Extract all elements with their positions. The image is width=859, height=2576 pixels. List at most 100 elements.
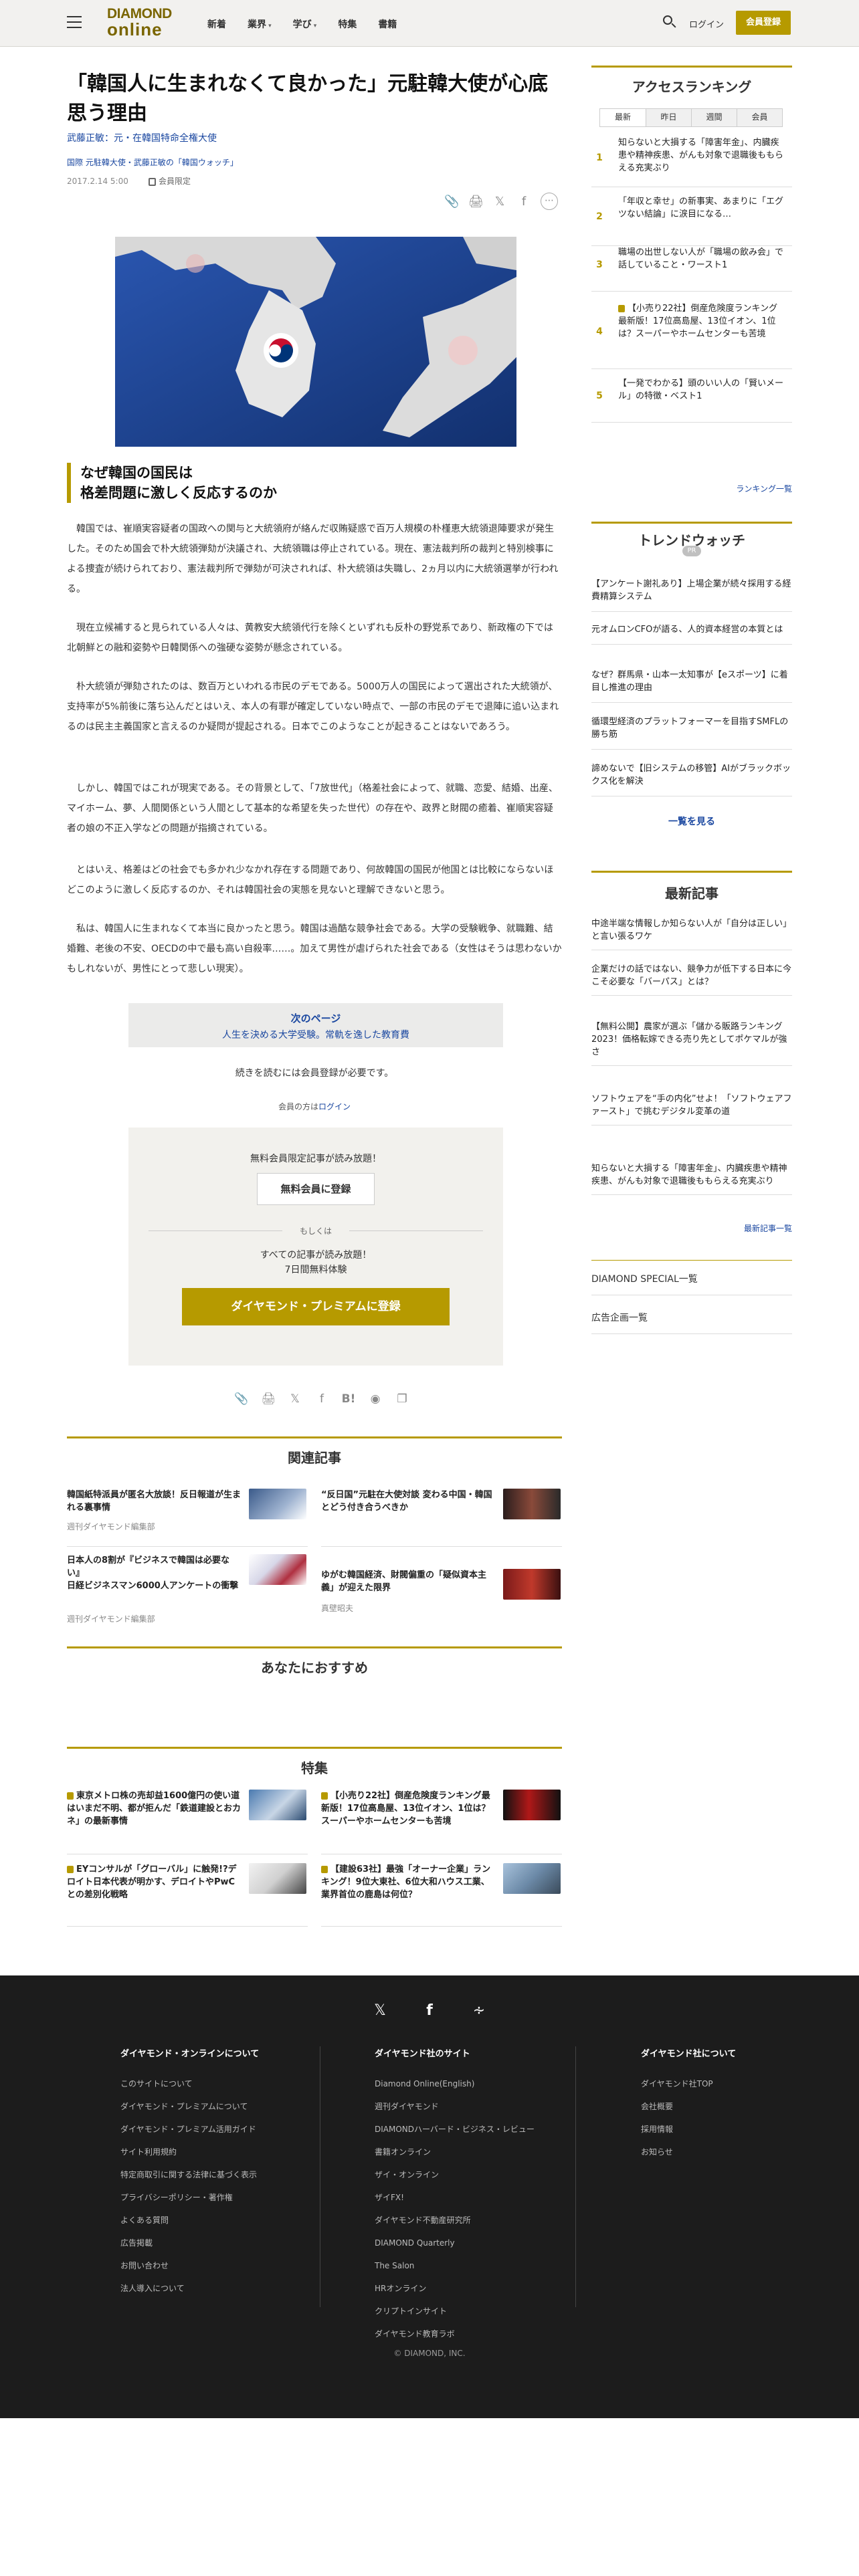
login-link[interactable]: ログイン — [689, 17, 724, 30]
article-author[interactable]: 武藤正敏：元・在韓国特命全権大使 — [67, 131, 217, 144]
footer-link[interactable]: ダイヤモンド・プレミアムについて — [120, 2095, 314, 2118]
trend-item[interactable]: 【アンケート謝礼あり】上場企業が続々採用する経費精算システム — [591, 578, 792, 612]
footer-link[interactable]: ダイヤモンド不動産研究所 — [375, 2209, 569, 2232]
clip-icon[interactable]: 📎 — [234, 1392, 249, 1406]
footer-link[interactable]: 採用情報 — [641, 2118, 795, 2141]
latest-item[interactable]: ソフトウェアを“手の内化”せよ！「ソフトウェアファースト」で挑むデジタル変革の道 — [591, 1093, 792, 1125]
footer-link[interactable]: 週刊ダイヤモンド — [375, 2095, 569, 2118]
trend-item[interactable]: 元オムロンCFOが語る、人的資本経営の本質とは — [591, 623, 792, 645]
share-bar-bottom: 📎 🖨 𝕏 f B! ◉ ❐ — [234, 1392, 409, 1406]
more-icon[interactable]: ⋯ — [541, 193, 558, 210]
facebook-icon[interactable]: f — [314, 1392, 329, 1406]
footer-col-about: ダイヤモンド・オンラインについて このサイトについて ダイヤモンド・プレミアムに… — [120, 2046, 314, 2300]
latest-item[interactable]: 【無料公開】農家が選ぶ「儲かる販路ランキング2023！価格転嫁できる売り先として… — [591, 1021, 792, 1066]
footer-link[interactable]: DIAMONDハーバード・ビジネス・レビュー — [375, 2118, 569, 2141]
facebook-icon[interactable]: f — [421, 2002, 438, 2019]
footer-link[interactable]: お知らせ — [641, 2141, 795, 2163]
nav-learn[interactable]: 学び — [293, 17, 317, 31]
footer-link[interactable]: ザイFX! — [375, 2186, 569, 2209]
ranking-item[interactable]: 2 「年収と幸せ」の新事実、あまりに「エグツない結論」に涙目になる… — [591, 190, 792, 246]
diamond-special-link[interactable]: DIAMOND SPECIAL一覧 — [591, 1272, 792, 1295]
trend-item[interactable]: なぜ？群馬県・山本一太知事が【eスポーツ】に着目し推進の理由 — [591, 669, 792, 703]
member-login-line: 会員の方はログイン — [278, 1102, 351, 1111]
site-logo[interactable]: DIAMOND online — [107, 7, 181, 41]
category-link[interactable]: 元駐韓大使・武藤正敏の「韓国ウォッチ」 — [86, 158, 238, 167]
tab-latest[interactable]: 最新 — [600, 109, 646, 126]
nav-new[interactable]: 新着 — [207, 17, 226, 31]
footer-link[interactable]: HRオンライン — [375, 2277, 569, 2300]
section-divider — [67, 1436, 562, 1438]
trend-item[interactable]: 諦めないで【旧システムの移管】AIがブラックボックス化を解決 — [591, 762, 792, 796]
rss-icon[interactable]: ∻ — [471, 2002, 487, 2019]
footer-link[interactable]: Diamond Online(English) — [375, 2072, 569, 2095]
tab-weekly[interactable]: 週間 — [691, 109, 737, 126]
free-register-button[interactable]: 無料会員に登録 — [257, 1173, 375, 1205]
related-card[interactable]: 日本人の8割が『ビジネスで韓国は必要ない』 日経ビジネスマン6000人アンケート… — [67, 1554, 308, 1641]
next-page-link[interactable]: 次のページ 人生を決める大学受験。常軌を逸した教育費 — [128, 1003, 503, 1047]
footer-link[interactable]: このサイトについて — [120, 2072, 314, 2095]
ranking-item[interactable]: 3 職場の出世しない人が「職場の飲み会」で話していること・ワースト1 — [591, 241, 792, 292]
trend-see-all-link[interactable]: 一覧を見る — [591, 815, 792, 828]
nav-features[interactable]: 特集 — [338, 17, 357, 31]
footer-link[interactable]: ダイヤモンド社TOP — [641, 2072, 795, 2095]
lock-icon — [67, 1792, 74, 1800]
pr-badge: PR — [682, 546, 701, 556]
ranking-more-link[interactable]: ランキング一覧 — [591, 483, 792, 494]
related-title: 関連記事 — [288, 1450, 341, 1466]
x-icon[interactable]: 𝕏 — [492, 195, 507, 209]
nav-industry[interactable]: 業界 — [248, 17, 272, 31]
register-button[interactable]: 会員登録 — [736, 11, 791, 35]
trend-item[interactable]: 循環型経済のプラットフォーマーを目指すSMFLの勝ち筋 — [591, 716, 792, 750]
footer-link[interactable]: The Salon — [375, 2254, 569, 2277]
x-icon[interactable]: 𝕏 — [288, 1392, 302, 1406]
print-icon[interactable]: 🖨 — [261, 1392, 276, 1406]
footer-link[interactable]: プライバシーポリシー・著作権 — [120, 2186, 314, 2209]
footer-link[interactable]: 書籍オンライン — [375, 2141, 569, 2163]
footer-link[interactable]: よくある質問 — [120, 2209, 314, 2232]
related-card[interactable]: “反日国”元駐在大使対談 変わる中国・韓国とどう付き合うべきか — [321, 1489, 562, 1576]
clip-icon[interactable]: 📎 — [444, 195, 459, 209]
line-icon[interactable]: ◉ — [368, 1392, 383, 1406]
footer-link[interactable]: 会社概要 — [641, 2095, 795, 2118]
section-divider — [67, 1747, 562, 1749]
member-login-link[interactable]: ログイン — [318, 1102, 351, 1111]
ranking-item[interactable]: 1 知らないと大損する「障害年金」、内臓疾患や精神疾患、がんも対象で退職後ももらえ… — [591, 131, 792, 187]
footer-link[interactable]: DIAMOND Quarterly — [375, 2232, 569, 2254]
menu-icon[interactable] — [67, 16, 82, 28]
feature-card[interactable]: 【建設63社】最強「オーナー企業」ランキング！9位大東社、6位大和ハウス工業、業… — [321, 1863, 562, 1950]
latest-item[interactable]: 企業だけの話ではない、競争力が低下する日本に今こそ必要な「バーパス」とは？ — [591, 963, 792, 996]
premium-register-button[interactable]: ダイヤモンド・プレミアムに登録 — [182, 1288, 450, 1325]
search-icon[interactable] — [662, 15, 677, 29]
ad-link[interactable]: 広告企画一覧 — [591, 1311, 792, 1334]
footer-col-company: ダイヤモンド社について ダイヤモンド社TOP 会社概要 採用情報 お知らせ — [641, 2046, 795, 2163]
footer-link[interactable]: 広告掲載 — [120, 2232, 314, 2254]
thumbnail — [503, 1569, 561, 1600]
global-nav: 新着 業界 学び 特集 書籍 — [207, 17, 397, 31]
feature-card[interactable]: EYコンサルが「グローバル」に触発!?デロイト日本代表が明かす、デロイトやPwC… — [67, 1863, 308, 1950]
footer-link[interactable]: クリプトインサイト — [375, 2300, 569, 2323]
x-icon[interactable]: 𝕏 — [372, 2002, 388, 2019]
print-icon[interactable]: 🖨 — [468, 195, 484, 209]
latest-more-link[interactable]: 最新記事一覧 — [591, 1222, 792, 1234]
footer-link[interactable]: ダイヤモンド教育ラボ — [375, 2323, 569, 2345]
footer-link[interactable]: 特定商取引に関する法律に基づく表示 — [120, 2163, 314, 2186]
tab-yesterday[interactable]: 昨日 — [646, 109, 691, 126]
copy-icon[interactable]: ❐ — [395, 1392, 409, 1406]
category-link[interactable]: 国際 — [67, 158, 83, 167]
lock-icon — [618, 305, 625, 312]
facebook-icon[interactable]: f — [516, 195, 531, 209]
footer-link[interactable]: ザイ・オンライン — [375, 2163, 569, 2186]
ranking-item[interactable]: 4 【小売り22社】倒産危険度ランキング最新版！17位高島屋、13位イオン、1位は… — [591, 297, 792, 369]
footer-link[interactable]: 法人導入について — [120, 2277, 314, 2300]
footer-link[interactable]: お問い合わせ — [120, 2254, 314, 2277]
latest-item[interactable]: 中途半端な情報しか知らない人が「自分は正しい」と言い張るワケ — [591, 918, 792, 950]
latest-item[interactable]: 知らないと大損する「障害年金」、内臓疾患や精神疾患、がんも対象で退職後ももらえる… — [591, 1162, 792, 1195]
features-title: 特集 — [301, 1760, 328, 1776]
nav-books[interactable]: 書籍 — [378, 17, 397, 31]
footer-link[interactable]: サイト利用規約 — [120, 2141, 314, 2163]
footer-link[interactable]: ダイヤモンド・プレミアム活用ガイド — [120, 2118, 314, 2141]
hatena-icon[interactable]: B! — [341, 1392, 356, 1406]
tab-member[interactable]: 会員 — [737, 109, 782, 126]
ranking-item[interactable]: 5 【一発でわかる】頭のいい人の「賢いメール」の特徴・ベスト1 — [591, 372, 792, 423]
related-card[interactable]: ゆがむ韓国経済、財閥偏重の「疑似資本主義」が迎えた限界 真壁昭夫 — [321, 1569, 562, 1656]
